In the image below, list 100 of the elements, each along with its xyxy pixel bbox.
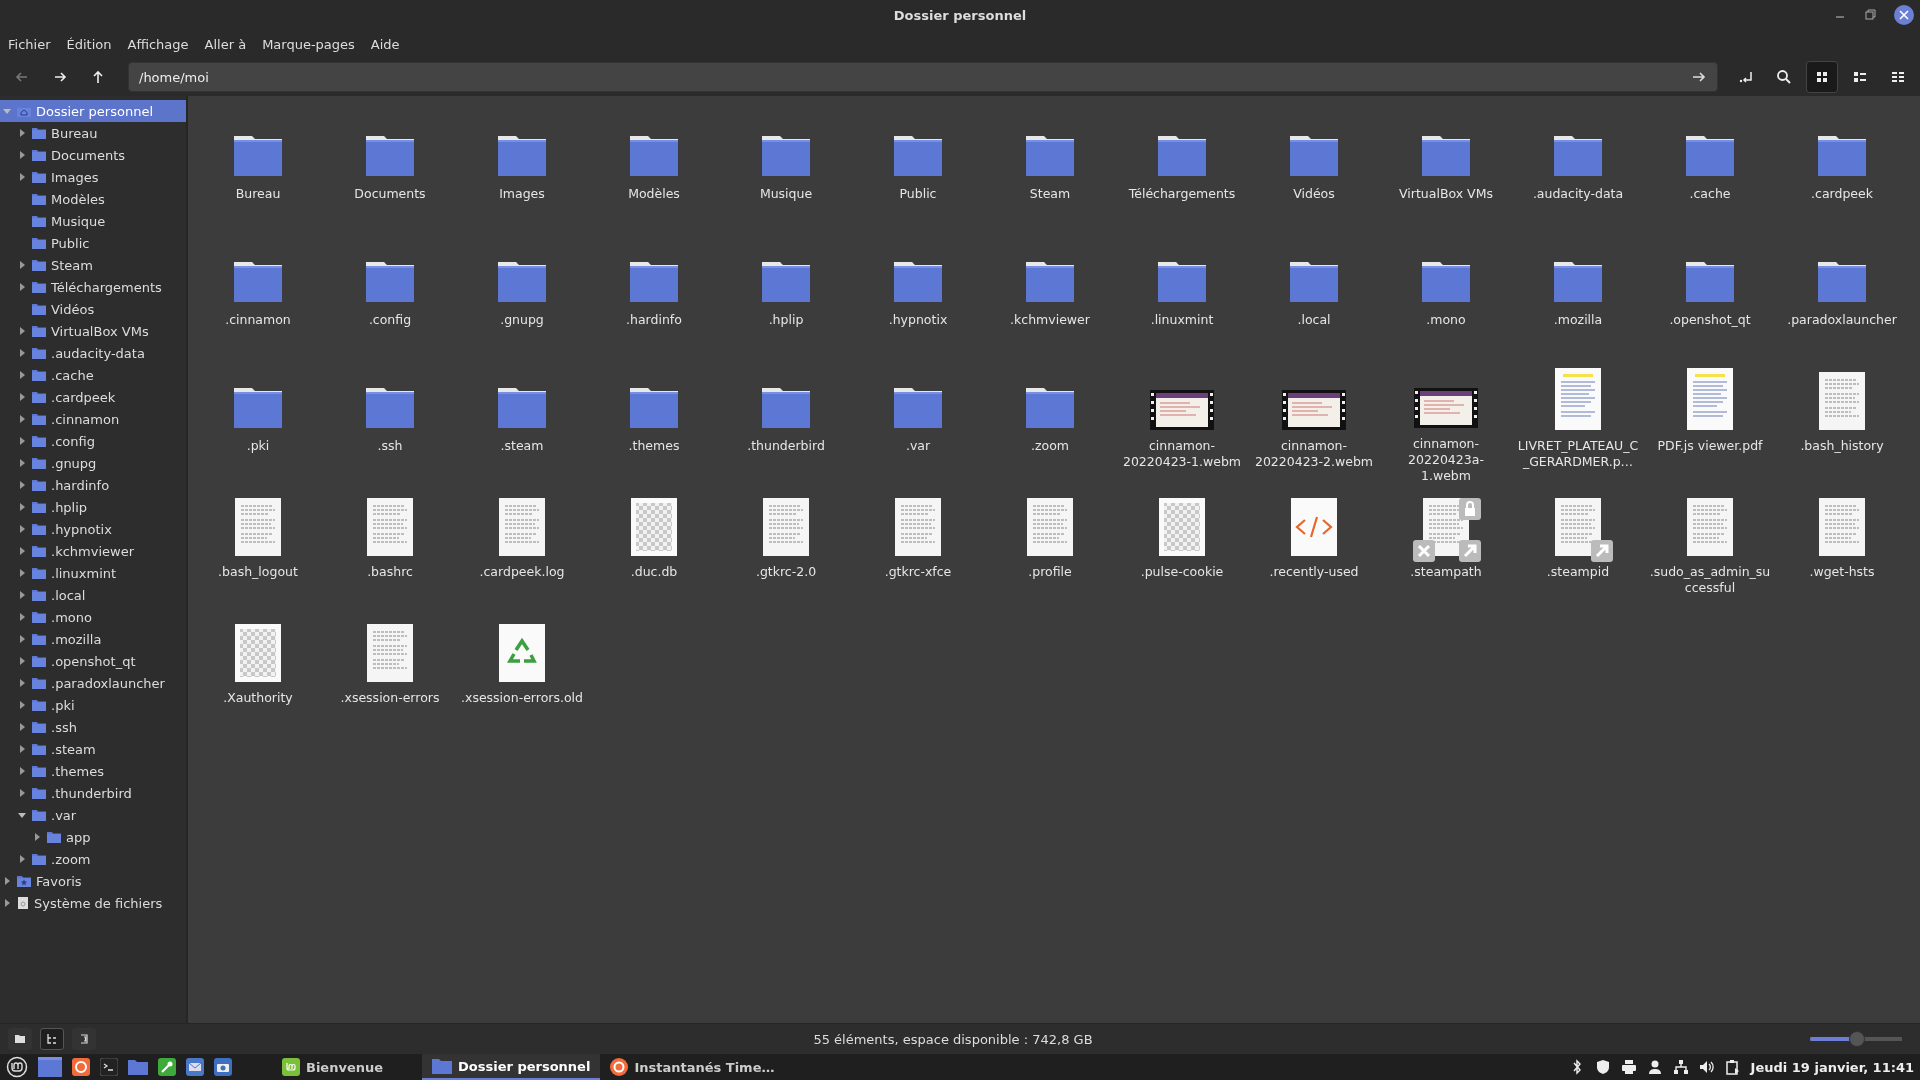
expander-icon[interactable] — [17, 700, 27, 710]
menu-item[interactable]: Fichier — [8, 36, 51, 52]
file-item[interactable]: .linuxmint — [1116, 232, 1248, 358]
sidebar-item[interactable]: .kchmviewer — [0, 540, 186, 562]
sidebar-item[interactable]: .pki — [0, 694, 186, 716]
file-item[interactable]: .paradoxlauncher — [1776, 232, 1908, 358]
expander-icon[interactable] — [2, 876, 12, 886]
sidebar-item[interactable]: .themes — [0, 760, 186, 782]
expander-icon[interactable] — [17, 766, 27, 776]
file-item[interactable]: LIVRET_PLATEAU_C_GERARDMER.p… — [1512, 358, 1644, 484]
sidebar-item[interactable]: .mozilla — [0, 628, 186, 650]
expander-icon[interactable] — [17, 810, 27, 820]
sidebar-item[interactable]: .hplip — [0, 496, 186, 518]
sidebar-item[interactable]: .config — [0, 430, 186, 452]
camera-icon[interactable] — [214, 1058, 232, 1076]
file-item[interactable]: .hardinfo — [588, 232, 720, 358]
expander-icon[interactable] — [17, 436, 27, 446]
menu-item[interactable]: Affichage — [127, 36, 189, 52]
file-item[interactable]: .profile — [984, 484, 1116, 610]
menu-item[interactable]: Aide — [370, 36, 400, 52]
sidebar-item[interactable]: .audacity-data — [0, 342, 186, 364]
menu-icon[interactable] — [6, 1056, 28, 1078]
file-item[interactable]: .kchmviewer — [984, 232, 1116, 358]
file-item[interactable]: cinnamon-20220423-1.webm — [1116, 358, 1248, 484]
close-icon[interactable] — [1894, 5, 1914, 25]
file-item[interactable]: .duc.db — [588, 484, 720, 610]
sidebar-item[interactable]: .openshot_qt — [0, 650, 186, 672]
tree-pane-button[interactable] — [40, 1028, 64, 1050]
expander-icon[interactable] — [17, 568, 27, 578]
file-item[interactable]: .mozilla — [1512, 232, 1644, 358]
expander-icon[interactable] — [17, 524, 27, 534]
sidebar-item[interactable]: Modèles — [0, 188, 186, 210]
network-icon[interactable] — [1672, 1059, 1689, 1075]
hide-pane-button[interactable] — [72, 1028, 96, 1050]
shield-icon[interactable] — [1594, 1059, 1611, 1075]
file-item[interactable]: Bureau — [192, 106, 324, 232]
file-item[interactable]: .steampid — [1512, 484, 1644, 610]
file-item[interactable]: Documents — [324, 106, 456, 232]
file-item[interactable]: .bashrc — [324, 484, 456, 610]
places-pane-button[interactable] — [8, 1028, 32, 1050]
sidebar-item[interactable]: Musique — [0, 210, 186, 232]
file-item[interactable]: VirtualBox VMs — [1380, 106, 1512, 232]
expander-icon[interactable] — [17, 656, 27, 666]
taskbar-window-button[interactable]: Dossier personnel — [422, 1054, 601, 1080]
expander-icon[interactable] — [17, 634, 27, 644]
expander-icon[interactable] — [17, 348, 27, 358]
taskbar-window-button[interactable]: Instantanés Time… — [600, 1054, 785, 1080]
sidebar-item[interactable]: .hardinfo — [0, 474, 186, 496]
file-item[interactable]: .hypnotix — [852, 232, 984, 358]
sidebar-item[interactable]: Dossier personnel — [0, 100, 186, 122]
file-item[interactable]: .audacity-data — [1512, 106, 1644, 232]
sidebar-item[interactable]: .linuxmint — [0, 562, 186, 584]
taskbar-window-button[interactable]: Bienvenue — [272, 1054, 422, 1080]
expander-icon[interactable] — [17, 260, 27, 270]
file-item[interactable]: .bash_logout — [192, 484, 324, 610]
file-item[interactable]: .cardpeek.log — [456, 484, 588, 610]
sidebar-item[interactable]: .mono — [0, 606, 186, 628]
expander-icon[interactable] — [17, 546, 27, 556]
file-item[interactable]: PDF.js viewer.pdf — [1644, 358, 1776, 484]
sidebar-item[interactable]: .cardpeek — [0, 386, 186, 408]
file-item[interactable]: .recently-used — [1248, 484, 1380, 610]
expander-icon[interactable] — [17, 788, 27, 798]
file-item[interactable]: .config — [324, 232, 456, 358]
browser-icon[interactable] — [72, 1058, 90, 1076]
sidebar-item[interactable]: .cache — [0, 364, 186, 386]
sidebar-item[interactable]: .zoom — [0, 848, 186, 870]
folder-icon[interactable] — [128, 1059, 148, 1075]
sidebar-item[interactable]: .cinnamon — [0, 408, 186, 430]
expander-icon[interactable] — [17, 172, 27, 182]
file-item[interactable]: .themes — [588, 358, 720, 484]
sidebar-item[interactable]: Images — [0, 166, 186, 188]
menu-item[interactable]: Aller à — [204, 36, 247, 52]
file-item[interactable]: Téléchargements — [1116, 106, 1248, 232]
expander-icon[interactable] — [2, 898, 12, 908]
expander-icon[interactable] — [17, 678, 27, 688]
file-item[interactable]: .ssh — [324, 358, 456, 484]
expander-icon[interactable] — [17, 326, 27, 336]
file-item[interactable]: Modèles — [588, 106, 720, 232]
printer-icon[interactable] — [1620, 1059, 1637, 1075]
menu-item[interactable]: Édition — [66, 36, 112, 52]
sidebar-item[interactable]: Vidéos — [0, 298, 186, 320]
expander-icon[interactable] — [17, 722, 27, 732]
expander-icon[interactable] — [17, 590, 27, 600]
expander-icon[interactable] — [17, 128, 27, 138]
sidebar-item[interactable]: .local — [0, 584, 186, 606]
icons-view-button[interactable] — [1806, 61, 1838, 93]
expander-icon[interactable] — [17, 414, 27, 424]
file-item[interactable]: .sudo_as_admin_successful — [1644, 484, 1776, 610]
file-item[interactable]: .pulse-cookie — [1116, 484, 1248, 610]
sidebar-item[interactable]: .gnupg — [0, 452, 186, 474]
user-icon[interactable] — [1646, 1059, 1663, 1075]
file-item[interactable]: .mono — [1380, 232, 1512, 358]
file-item[interactable]: .thunderbird — [720, 358, 852, 484]
sidebar-item[interactable]: .ssh — [0, 716, 186, 738]
file-item[interactable]: Musique — [720, 106, 852, 232]
file-item[interactable]: .steam — [456, 358, 588, 484]
file-item[interactable]: .var — [852, 358, 984, 484]
file-item[interactable]: .cardpeek — [1776, 106, 1908, 232]
expander-icon[interactable] — [17, 392, 27, 402]
sidebar-item[interactable]: .var — [0, 804, 186, 826]
